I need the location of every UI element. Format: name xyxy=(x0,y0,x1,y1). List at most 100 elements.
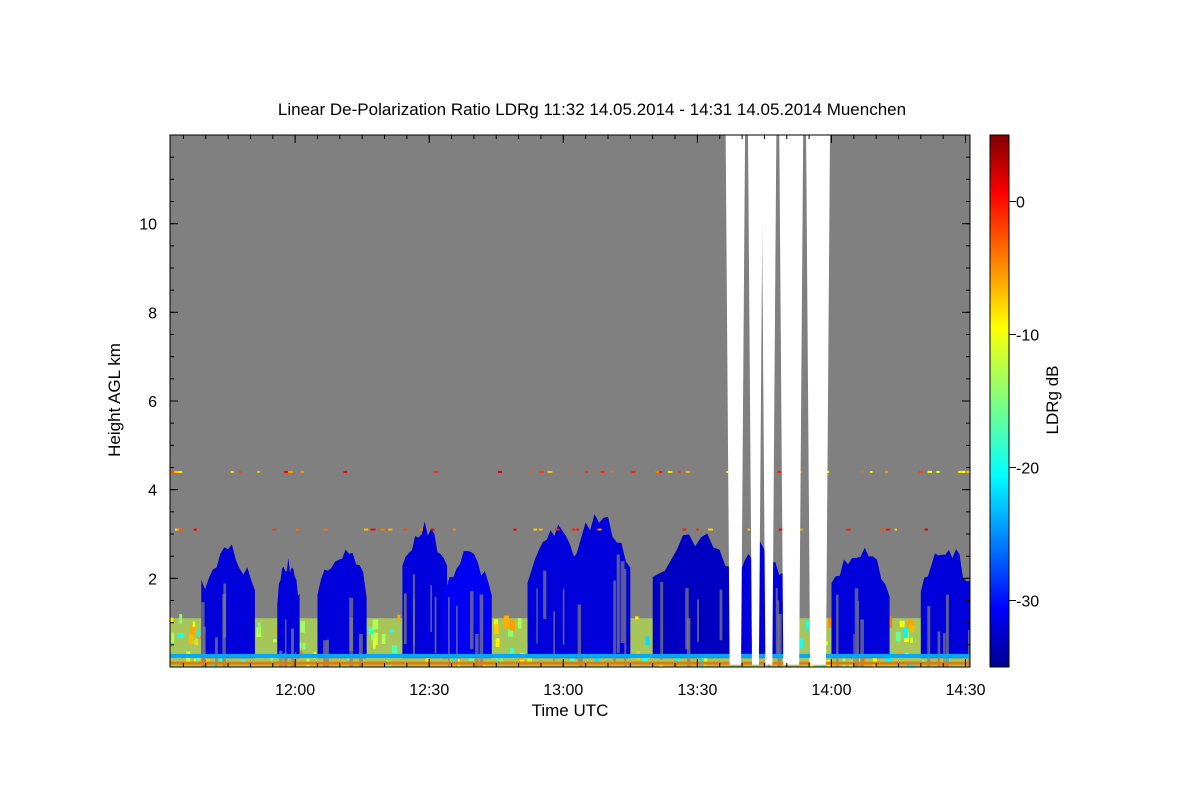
boundary-layer-speckle xyxy=(909,624,915,633)
aerosol-speck xyxy=(539,528,543,531)
x-tick-label: 14:00 xyxy=(811,682,851,699)
cloud-streak xyxy=(201,602,205,667)
cloud-streak xyxy=(413,598,415,646)
aerosol-speck xyxy=(585,470,589,473)
cloud-streak xyxy=(434,596,437,654)
aerosol-speck xyxy=(533,528,537,531)
boundary-layer-speckle xyxy=(372,619,379,630)
boundary-layer-speckle xyxy=(192,621,196,627)
boundary-layer-speckle xyxy=(193,658,197,662)
aerosol-speck xyxy=(631,470,636,473)
cloud-streak xyxy=(616,554,620,654)
cloud-streak xyxy=(323,640,328,667)
aerosol-speck xyxy=(885,528,891,531)
aerosol-speck xyxy=(611,470,614,473)
aerosol-speck xyxy=(685,470,691,473)
aerosol-speck xyxy=(434,470,438,473)
aerosol-speck xyxy=(193,528,197,531)
colorbar xyxy=(989,134,1010,668)
colorbar-ticks: 0 -10 -20 -30 xyxy=(1009,195,1039,611)
aerosol-speck xyxy=(514,528,517,531)
colorbar-tick-label: 0 xyxy=(1016,195,1025,212)
boundary-layer-speckle xyxy=(645,636,650,646)
boundary-layer-speckle xyxy=(495,638,500,648)
boundary-layer-speckle xyxy=(806,622,809,628)
y-tick-label: 8 xyxy=(148,305,157,322)
aerosol-speck xyxy=(569,470,572,473)
aerosol-speck xyxy=(176,528,180,531)
colorbar-tick-label: -20 xyxy=(1016,461,1039,478)
cloud-streak xyxy=(927,606,931,667)
aerosol-speck xyxy=(600,470,605,473)
y-tick-label: 2 xyxy=(148,571,157,588)
cloud-streak xyxy=(685,588,689,650)
cloud-streak xyxy=(660,582,664,660)
ldr-chart: Linear De-Polarization Ratio LDRg 11:32 … xyxy=(105,100,1062,720)
boundary-layer-speckle xyxy=(699,658,704,667)
cloud-streak xyxy=(836,594,839,667)
aerosol-speck xyxy=(880,528,884,531)
cloud-streak xyxy=(719,589,723,641)
cloud-streak xyxy=(430,585,432,632)
aerosol-speck xyxy=(283,470,289,473)
aerosol-speck xyxy=(678,470,681,473)
boundary-layer-speckle xyxy=(170,617,174,623)
x-tick-label: 12:00 xyxy=(275,682,315,699)
aerosol-speck xyxy=(708,528,713,531)
cloud-streak xyxy=(697,599,699,642)
cloud-streak xyxy=(456,605,458,667)
aerosol-speck xyxy=(918,470,924,473)
cloud-streak xyxy=(613,580,616,664)
y-tick-label: 10 xyxy=(139,217,157,234)
cloud-streak xyxy=(448,597,450,667)
aerosol-speck xyxy=(296,528,300,531)
aerosol-speck xyxy=(419,528,423,531)
aerosol-speck xyxy=(343,470,348,473)
cloud-streak xyxy=(775,588,778,657)
boundary-layer-speckle xyxy=(509,620,516,631)
aerosol-speck xyxy=(364,528,369,531)
aerosol-speck xyxy=(529,470,532,473)
x-tick-label: 14:30 xyxy=(946,682,986,699)
chart-title: Linear De-Polarization Ratio LDRg 11:32 … xyxy=(278,100,906,119)
boundary-layer-speckle xyxy=(508,629,514,637)
cloud-streak xyxy=(577,604,582,663)
cloud-streak xyxy=(624,568,627,667)
boundary-layer-speckle xyxy=(903,626,909,639)
aerosol-speck xyxy=(257,470,261,473)
aerosol-speck xyxy=(576,528,579,531)
aerosol-speck xyxy=(554,528,560,531)
boundary-layer-speckle xyxy=(171,632,175,643)
boundary-layer-speckle xyxy=(372,638,376,649)
x-tick-label: 13:30 xyxy=(677,682,717,699)
cloud-streak xyxy=(937,631,941,667)
x-tick-label: 13:00 xyxy=(543,682,583,699)
cloud-streak xyxy=(479,594,484,667)
boundary-layer-speckle xyxy=(257,622,261,635)
aerosol-speck xyxy=(547,470,553,473)
boundary-layer-speckle xyxy=(390,629,394,633)
aerosol-speck xyxy=(747,528,750,531)
plot-area xyxy=(170,135,970,667)
x-tick-label: 12:30 xyxy=(409,682,449,699)
aerosol-speck xyxy=(777,470,781,473)
colorbar-label: LDRg dB xyxy=(1043,366,1062,435)
aerosol-speck xyxy=(452,528,456,531)
aerosol-speck xyxy=(230,470,234,473)
aerosol-speck xyxy=(658,470,662,473)
cloud-streak xyxy=(857,600,859,667)
aerosol-speck xyxy=(170,470,175,473)
surface-line xyxy=(170,653,970,658)
boundary-layer-speckle xyxy=(897,650,902,654)
aerosol-speck xyxy=(884,470,889,473)
boundary-layer-speckle xyxy=(194,638,199,646)
surface-line-lower xyxy=(170,661,970,665)
aerosol-speck xyxy=(696,528,699,531)
boundary-layer-speckle xyxy=(899,620,905,628)
boundary-layer-speckle xyxy=(177,633,184,638)
boundary-layer-speckle xyxy=(494,623,499,634)
aerosol-speck xyxy=(597,528,602,531)
boundary-layer-speckle xyxy=(197,630,200,638)
aerosol-speck xyxy=(924,528,929,531)
aerosol-speck xyxy=(402,528,407,531)
